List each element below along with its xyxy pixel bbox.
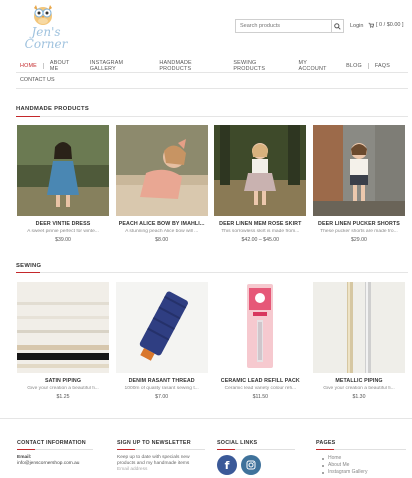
search-icon[interactable]: [331, 20, 343, 32]
footer-newsletter-title: SIGN UP TO NEWSLETTER: [117, 440, 191, 446]
product-card[interactable]: DEER VINTIE DRESS A sweet pinnie perfect…: [17, 125, 109, 243]
product-name[interactable]: DEER LINEN MEM ROSE SKIRT: [214, 221, 306, 227]
product-price: $11.50: [252, 394, 269, 400]
product-name[interactable]: DENIM RASANT THREAD: [116, 378, 208, 384]
search-box: [235, 19, 344, 33]
product-card[interactable]: DEER LINEN MEM ROSE SKIRT This sorrowles…: [214, 125, 307, 243]
footer-divider: [316, 449, 406, 450]
search-input[interactable]: [236, 20, 332, 32]
footer-page-link[interactable]: Home: [322, 455, 406, 462]
footer-social: SOCIAL LINKS f: [217, 440, 299, 475]
main-navigation: HOME ABOUT ME INSTAGRAM GALLERY HANDMADE…: [16, 60, 396, 72]
product-name[interactable]: PEACH ALICE BOW BY IMAHLI...: [116, 221, 208, 227]
product-name[interactable]: SATIN PIPING: [17, 378, 109, 384]
logo-text-line2: Corner: [24, 37, 68, 51]
nav-instagram-gallery[interactable]: INSTAGRAM GALLERY: [84, 60, 154, 72]
footer-page-link[interactable]: Instagram Gallery: [322, 469, 406, 476]
nav-handmade-products[interactable]: HANDMADE PRODUCTS: [153, 60, 227, 72]
footer-divider: [0, 418, 412, 419]
product-price: $7.00: [155, 394, 169, 400]
product-image-girl-blue-dress[interactable]: [17, 125, 109, 216]
product-card[interactable]: METALLIC PIPING Give your creation a bea…: [312, 282, 405, 400]
product-description: 1000m of quality rasant sewing t...: [124, 386, 199, 391]
nav-divider-line: [16, 88, 408, 89]
section-accent-bar: [16, 272, 40, 273]
product-image-metallic-piping[interactable]: [312, 282, 405, 373]
product-name[interactable]: DEER VINTIE DRESS: [17, 221, 109, 227]
product-description: A sweet pinnie perfect for winte...: [27, 229, 99, 234]
product-name[interactable]: DEER LINEN PUCKER SHORTS: [313, 221, 405, 227]
footer-pages: PAGES Home About Me Instagram Gallery: [316, 440, 406, 476]
handmade-products-grid: DEER VINTIE DRESS A sweet pinnie perfect…: [17, 125, 405, 243]
product-description: This sorrowless skirt is made from...: [221, 229, 300, 234]
section-title-sewing: SEWING: [16, 263, 42, 269]
product-image-girl-peach-bow[interactable]: [115, 125, 208, 216]
product-image-girl-rose-skirt[interactable]: [214, 125, 307, 216]
cart-icon: [368, 22, 374, 28]
footer-page-link[interactable]: About Me: [322, 462, 406, 469]
product-image-satin-piping[interactable]: [17, 282, 109, 373]
nav-contact-us[interactable]: CONTACT US: [20, 77, 55, 83]
site-logo[interactable]: Jen's Corner: [16, 2, 70, 54]
product-name[interactable]: METALLIC PIPING: [313, 378, 405, 384]
product-price: $39.00: [55, 237, 71, 243]
footer-newsletter: SIGN UP TO NEWSLETTER Keep up to date wi…: [117, 440, 209, 473]
newsletter-text: Keep up to date with specials new produc…: [117, 455, 190, 466]
product-image-sewline-lead-refill[interactable]: [214, 282, 307, 373]
email-link[interactable]: info@jenscornershop.com.au: [17, 461, 107, 467]
product-card[interactable]: PEACH ALICE BOW BY IMAHLI... A stunning …: [115, 125, 208, 243]
nav-sewing-products[interactable]: SEWING PRODUCTS: [227, 60, 292, 72]
product-card[interactable]: DENIM RASANT THREAD 1000m of quality ras…: [115, 282, 208, 400]
product-name[interactable]: CERAMIC LEAD REFILL PACK: [214, 378, 306, 384]
product-description: A stunning peach Alice bow will ...: [125, 229, 199, 234]
footer-divider: [117, 449, 205, 450]
section-title-handmade: HANDMADE PRODUCTS: [16, 106, 90, 112]
newsletter-email-input[interactable]: Email address: [117, 467, 209, 473]
product-image-navy-thread-spool[interactable]: [115, 282, 208, 373]
section-divider: [16, 116, 408, 117]
product-description: Give your creation a beautiful fi...: [323, 386, 395, 391]
nav-blog[interactable]: BLOG: [340, 63, 368, 69]
sewing-products-grid: SATIN PIPING Give your creation a beauti…: [17, 282, 405, 400]
footer-divider: [217, 449, 295, 450]
product-image-girl-pucker-shorts[interactable]: [312, 125, 405, 216]
product-price: $8.00: [155, 237, 169, 243]
footer-divider: [17, 449, 93, 450]
product-card[interactable]: DEER LINEN PUCKER SHORTS These pucker sh…: [312, 125, 405, 243]
cart-total: [ 0 / $0.00 ]: [376, 22, 404, 28]
product-description: Ceramic lead variety colour refi...: [224, 386, 297, 391]
product-card[interactable]: CERAMIC LEAD REFILL PACK Ceramic lead va…: [214, 282, 307, 400]
nav-divider-line: [16, 72, 408, 73]
product-description: Give your creation a beautiful fi...: [27, 386, 99, 391]
nav-my-account[interactable]: MY ACCOUNT: [293, 60, 341, 72]
footer-pages-title: PAGES: [316, 440, 336, 446]
nav-about-me[interactable]: ABOUT ME: [44, 60, 84, 72]
product-price: $29.00: [351, 237, 367, 243]
product-price: $1.25: [56, 394, 70, 400]
nav-faqs[interactable]: FAQS: [369, 63, 396, 69]
product-price: $42.00 – $45.00: [241, 237, 280, 243]
facebook-icon[interactable]: f: [217, 455, 237, 475]
owl-icon: [34, 5, 52, 25]
nav-home[interactable]: HOME: [16, 63, 43, 69]
footer-contact-title: CONTACT INFORMATION: [17, 440, 86, 446]
product-price: $1.30: [352, 394, 366, 400]
product-description: These pucker shorts are made fro...: [320, 229, 398, 234]
login-link[interactable]: Login: [350, 23, 363, 29]
section-accent-bar: [16, 116, 40, 117]
section-divider: [16, 272, 408, 273]
footer-contact: CONTACT INFORMATION Email: info@jenscorn…: [17, 440, 107, 467]
product-card[interactable]: SATIN PIPING Give your creation a beauti…: [17, 282, 109, 400]
cart-link[interactable]: [ 0 / $0.00 ]: [368, 22, 404, 28]
instagram-icon[interactable]: [241, 455, 261, 475]
footer-social-title: SOCIAL LINKS: [217, 440, 258, 446]
